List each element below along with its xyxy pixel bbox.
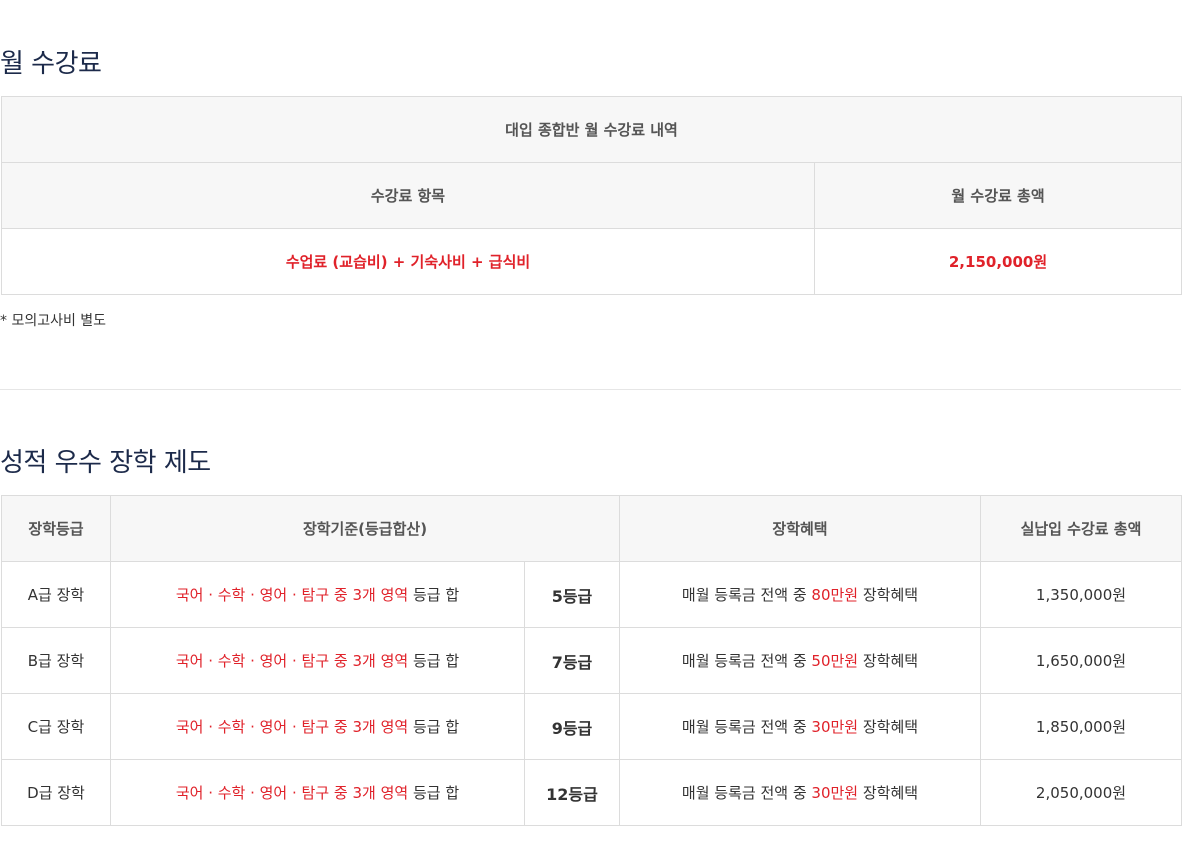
sch-total: 1,650,000원: [980, 627, 1182, 694]
fee-table: 대입 종합반 월 수강료 내역 수강료 항목 월 수강료 총액 수업료 (교습비…: [0, 96, 1183, 295]
sch-total: 1,850,000원: [980, 693, 1182, 760]
sch-criteria-subjects: 국어 · 수학 · 영어 · 탐구 중 3개 영역: [175, 652, 409, 670]
sch-criteria: 국어 · 수학 · 영어 · 탐구 중 3개 영역 등급 합: [110, 561, 525, 628]
sch-total: 2,050,000원: [980, 759, 1182, 826]
sch-criteria-sum: 등급 합: [412, 718, 460, 736]
sch-benefit: 매월 등록금 전액 중 50만원 장학혜택: [619, 627, 981, 694]
page: 월 수강료 대입 종합반 월 수강료 내역 수강료 항목 월 수강료 총액 수업…: [0, 0, 1183, 861]
sch-criteria-sum: 등급 합: [412, 652, 460, 670]
table-row: C급 장학 국어 · 수학 · 영어 · 탐구 중 3개 영역 등급 합 9등급…: [1, 693, 1182, 760]
sch-benefit-suffix: 장학혜택: [858, 784, 919, 802]
fee-item-value: 수업료 (교습비) + 기숙사비 + 급식비: [1, 228, 815, 295]
sch-criteria-sum: 등급 합: [412, 784, 460, 802]
sch-criteria: 국어 · 수학 · 영어 · 탐구 중 3개 영역 등급 합: [110, 693, 525, 760]
sch-benefit-amount: 50만원: [811, 652, 859, 670]
fee-table-caption: 대입 종합반 월 수강료 내역: [0, 96, 1183, 163]
sch-header-benefit: 장학혜택: [619, 495, 981, 562]
sch-benefit-suffix: 장학혜택: [858, 718, 919, 736]
sch-criteria-subjects: 국어 · 수학 · 영어 · 탐구 중 3개 영역: [175, 586, 409, 604]
table-row: A급 장학 국어 · 수학 · 영어 · 탐구 중 3개 영역 등급 합 5등급…: [1, 561, 1182, 628]
sch-criteria: 국어 · 수학 · 영어 · 탐구 중 3개 영역 등급 합: [110, 759, 525, 826]
sch-benefit-suffix: 장학혜택: [858, 652, 919, 670]
sch-benefit: 매월 등록금 전액 중 30만원 장학혜택: [619, 759, 981, 826]
sch-benefit-amount: 80만원: [811, 586, 859, 604]
sch-criteria: 국어 · 수학 · 영어 · 탐구 중 3개 영역 등급 합: [110, 627, 525, 694]
sch-level: B급 장학: [1, 627, 111, 694]
sch-level: A급 장학: [1, 561, 111, 628]
sch-header-level: 장학등급: [1, 495, 111, 562]
sch-criteria-subjects: 국어 · 수학 · 영어 · 탐구 중 3개 영역: [175, 784, 409, 802]
sch-grade: 9등급: [524, 693, 620, 760]
sch-total: 1,350,000원: [980, 561, 1182, 628]
fee-note: * 모의고사비 별도: [0, 313, 107, 329]
section-divider: [0, 389, 1181, 390]
fee-total-value: 2,150,000원: [813, 228, 1183, 295]
sch-grade: 5등급: [524, 561, 620, 628]
scholarship-table: 장학등급 장학기준(등급합산) 장학혜택 실납입 수강료 총액 A급 장학 국어…: [1, 495, 1182, 826]
sch-level: D급 장학: [1, 759, 111, 826]
sch-grade: 12등급: [524, 759, 620, 826]
fee-col-item-header: 수강료 항목: [1, 162, 815, 229]
sch-benefit-suffix: 장학혜택: [858, 586, 919, 604]
sch-header-criteria: 장학기준(등급합산): [110, 495, 620, 562]
sch-header-total: 실납입 수강료 총액: [980, 495, 1182, 562]
sch-level: C급 장학: [1, 693, 111, 760]
table-row: B급 장학 국어 · 수학 · 영어 · 탐구 중 3개 영역 등급 합 7등급…: [1, 627, 1182, 694]
sch-benefit-amount: 30만원: [811, 784, 859, 802]
sch-grade: 7등급: [524, 627, 620, 694]
sch-criteria-subjects: 국어 · 수학 · 영어 · 탐구 중 3개 영역: [175, 718, 409, 736]
fee-section-title: 월 수강료: [0, 49, 102, 79]
sch-benefit-amount: 30만원: [811, 718, 859, 736]
sch-benefit: 매월 등록금 전액 중 80만원 장학혜택: [619, 561, 981, 628]
table-row: D급 장학 국어 · 수학 · 영어 · 탐구 중 3개 영역 등급 합 12등…: [1, 759, 1182, 826]
sch-benefit-prefix: 매월 등록금 전액 중: [681, 586, 812, 604]
sch-benefit: 매월 등록금 전액 중 30만원 장학혜택: [619, 693, 981, 760]
sch-benefit-prefix: 매월 등록금 전액 중: [681, 784, 812, 802]
sch-criteria-sum: 등급 합: [412, 586, 460, 604]
fee-col-total-header: 월 수강료 총액: [813, 162, 1183, 229]
sch-benefit-prefix: 매월 등록금 전액 중: [681, 718, 812, 736]
sch-benefit-prefix: 매월 등록금 전액 중: [681, 652, 812, 670]
scholarship-section-title: 성적 우수 장학 제도: [0, 448, 211, 478]
